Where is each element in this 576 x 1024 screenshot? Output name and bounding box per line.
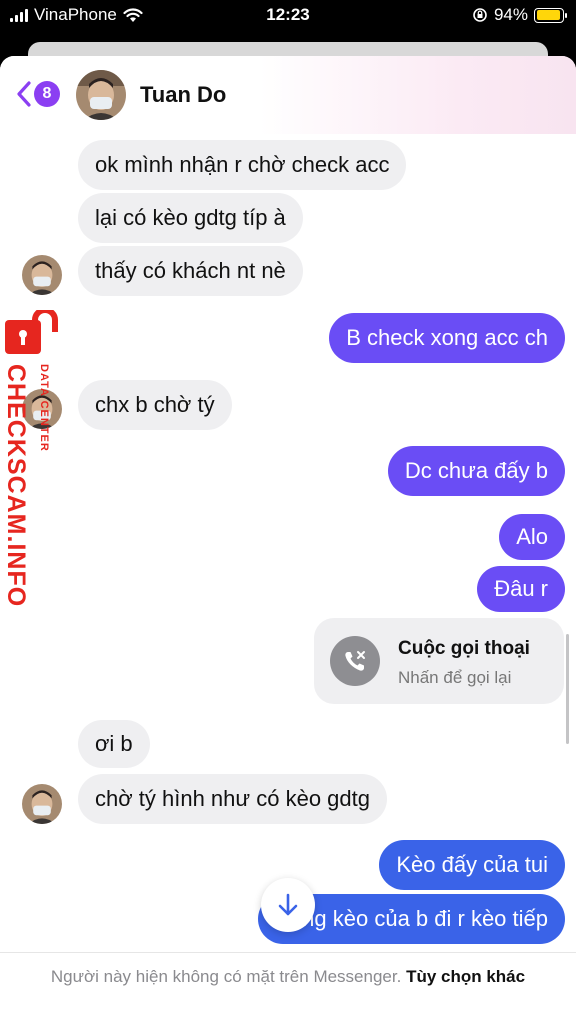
missed-call-icon <box>330 636 380 686</box>
watermark-brand: CHECKSCAM.INFO <box>2 364 30 608</box>
message-outgoing[interactable]: Đâu r <box>477 566 565 612</box>
missed-call-card[interactable]: Cuộc gọi thoại Nhấn để gọi lại <box>314 618 564 704</box>
lock-icon <box>5 310 58 354</box>
availability-notice: Người này hiện không có mặt trên Messeng… <box>50 967 402 986</box>
arrow-down-icon <box>278 893 298 916</box>
message-incoming[interactable]: ok mình nhận r chờ check acc <box>78 140 407 190</box>
back-button[interactable]: 8 <box>16 80 60 108</box>
call-title: Cuộc gọi thoại <box>398 638 530 659</box>
message-incoming[interactable]: ơi b <box>78 720 150 768</box>
message-incoming[interactable]: thấy có khách nt nè <box>78 246 303 296</box>
sender-avatar <box>22 784 62 824</box>
scroll-to-bottom-button[interactable] <box>261 878 315 932</box>
message-incoming[interactable]: chờ tý hình như có kèo gdtg <box>78 774 387 824</box>
unread-badge: 8 <box>34 81 60 107</box>
message-outgoing[interactable]: Dc chưa đấy b <box>387 446 565 496</box>
message-outgoing[interactable]: Kèo đấy của tui <box>379 840 565 890</box>
orientation-lock-icon <box>473 8 487 22</box>
sender-avatar <box>22 255 62 295</box>
conversation-header: 8 Tuan Do <box>0 56 576 134</box>
status-right: 94% <box>472 5 567 25</box>
chevron-left-icon <box>17 81 31 107</box>
message-incoming[interactable]: lại có kèo gdtg típ à <box>78 193 303 243</box>
availability-footer: Người này hiện không có mặt trên Messeng… <box>0 952 576 1024</box>
status-bar: VinaPhone 12:23 94% <box>0 0 576 30</box>
contact-avatar[interactable] <box>76 70 126 120</box>
contact-name[interactable]: Tuan Do <box>140 82 226 108</box>
battery-percent: 94% <box>493 5 528 24</box>
more-options-link[interactable]: Tùy chọn khác <box>406 967 525 986</box>
message-incoming[interactable]: chx b chờ tý <box>78 380 232 430</box>
conversation-sheet: 8 Tuan Do ok mình nhận r chờ check acc l… <box>0 56 576 1024</box>
battery-icon <box>534 7 567 23</box>
message-outgoing[interactable]: B check xong acc ch <box>329 313 565 363</box>
call-subtitle: Nhấn để gọi lại <box>398 668 512 687</box>
message-outgoing[interactable]: Alo <box>499 514 565 560</box>
watermark-tagline: DATA CENTER <box>38 364 50 452</box>
scrollbar[interactable] <box>566 634 569 744</box>
